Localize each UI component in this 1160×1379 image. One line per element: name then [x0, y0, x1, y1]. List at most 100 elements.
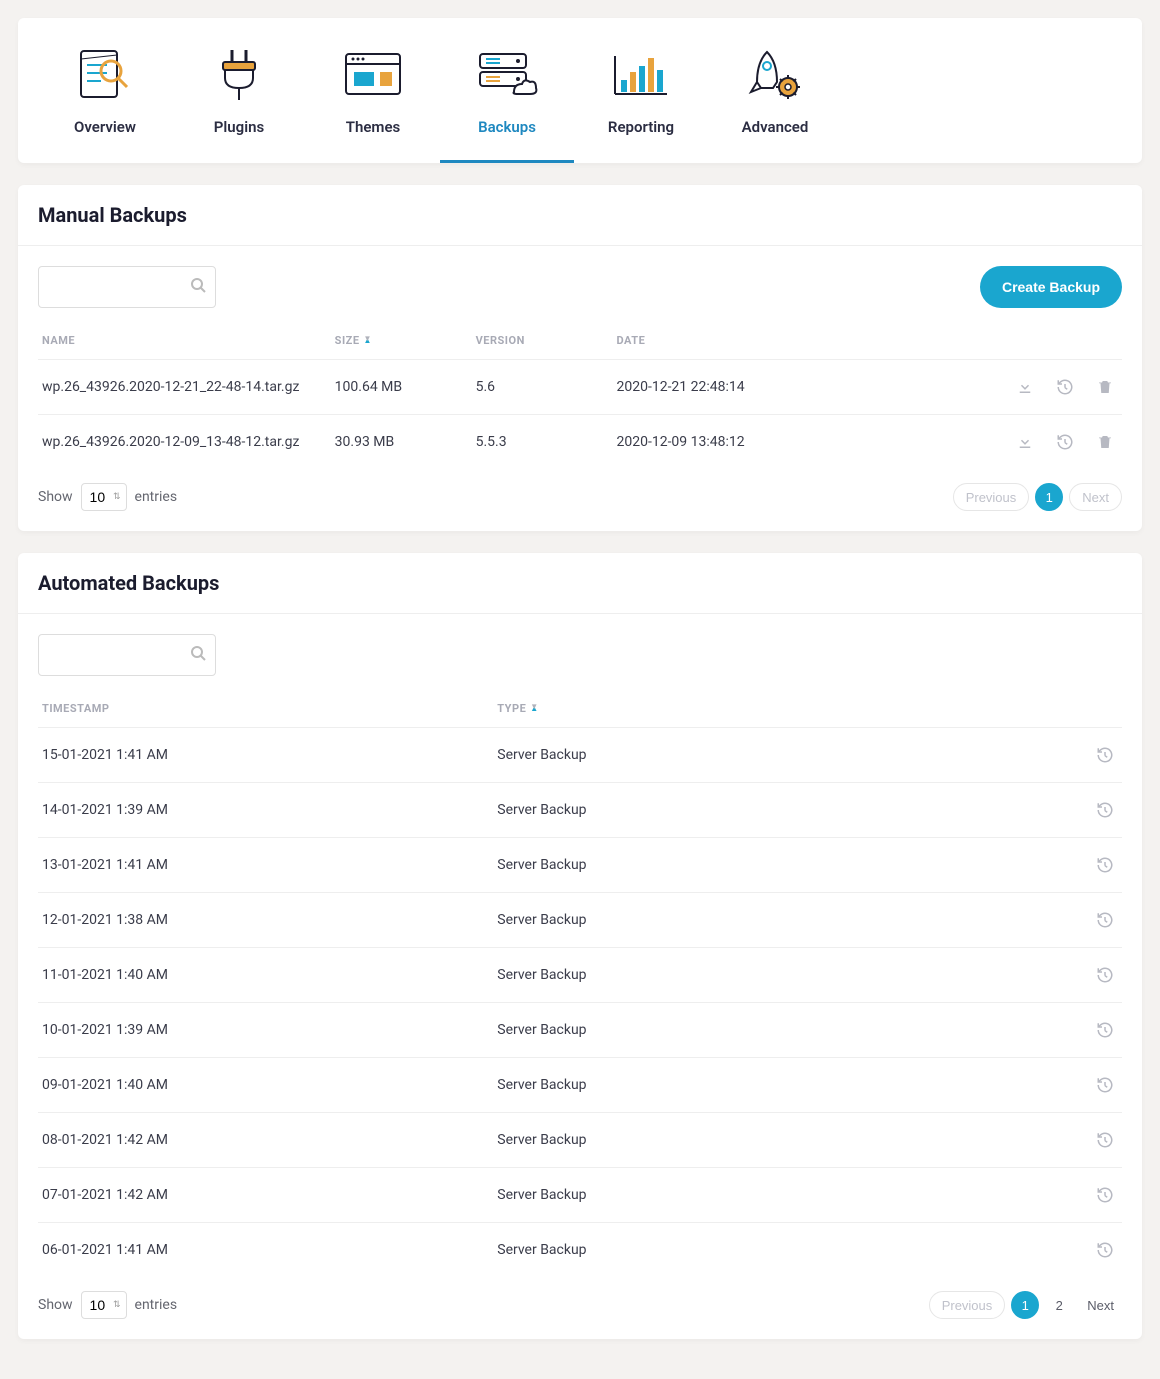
cell-type: Server Backup: [493, 948, 959, 1003]
cell-type: Server Backup: [493, 1223, 959, 1278]
prev-button[interactable]: Previous: [953, 483, 1030, 511]
col-version[interactable]: VERSION: [472, 322, 613, 360]
cell-timestamp: 12-01-2021 1:38 AM: [38, 893, 493, 948]
tab-plugins[interactable]: Plugins: [172, 46, 306, 163]
col-name[interactable]: NAME: [38, 322, 331, 360]
bar-chart-icon: [574, 46, 708, 104]
tab-label: Themes: [306, 118, 440, 136]
page-1[interactable]: 1: [1035, 483, 1063, 511]
page-2[interactable]: 2: [1045, 1291, 1073, 1319]
table-row: 12-01-2021 1:38 AMServer Backup: [38, 893, 1122, 948]
cell-version: 5.5.3: [472, 415, 613, 470]
download-icon[interactable]: [1012, 374, 1038, 400]
table-row: 06-01-2021 1:41 AMServer Backup: [38, 1223, 1122, 1278]
next-button[interactable]: Next: [1079, 1291, 1122, 1319]
col-timestamp[interactable]: TIMESTAMP: [38, 690, 493, 728]
table-row: 14-01-2021 1:39 AMServer Backup: [38, 783, 1122, 838]
trash-icon[interactable]: [1092, 374, 1118, 400]
cell-name: wp.26_43926.2020-12-09_13-48-12.tar.gz: [38, 415, 331, 470]
server-cloud-icon: [440, 46, 574, 104]
table-row: wp.26_43926.2020-12-09_13-48-12.tar.gz30…: [38, 415, 1122, 470]
tab-label: Reporting: [574, 118, 708, 136]
restore-icon[interactable]: [1052, 374, 1078, 400]
overview-icon: [38, 46, 172, 104]
automated-backups-table: TIMESTAMP TYPE▲▼ 15-01-2021 1:41 AMServe…: [38, 690, 1122, 1277]
cell-timestamp: 10-01-2021 1:39 AM: [38, 1003, 493, 1058]
download-icon[interactable]: [1012, 429, 1038, 455]
restore-icon[interactable]: [1092, 797, 1118, 823]
section-header: Manual Backups: [18, 185, 1142, 246]
cell-type: Server Backup: [493, 893, 959, 948]
cell-timestamp: 13-01-2021 1:41 AM: [38, 838, 493, 893]
cell-type: Server Backup: [493, 1113, 959, 1168]
table-row: 07-01-2021 1:42 AMServer Backup: [38, 1168, 1122, 1223]
cell-timestamp: 08-01-2021 1:42 AM: [38, 1113, 493, 1168]
tab-themes[interactable]: Themes: [306, 46, 440, 163]
create-backup-button[interactable]: Create Backup: [980, 266, 1122, 308]
search-icon: [190, 645, 206, 665]
cell-type: Server Backup: [493, 838, 959, 893]
table-row: 11-01-2021 1:40 AMServer Backup: [38, 948, 1122, 1003]
automated-pagination: Previous 1 2 Next: [929, 1291, 1122, 1319]
restore-icon[interactable]: [1092, 742, 1118, 768]
next-button[interactable]: Next: [1069, 483, 1122, 511]
table-row: 10-01-2021 1:39 AMServer Backup: [38, 1003, 1122, 1058]
tab-backups[interactable]: Backups: [440, 46, 574, 163]
cell-timestamp: 06-01-2021 1:41 AM: [38, 1223, 493, 1278]
search-icon: [190, 277, 206, 297]
restore-icon[interactable]: [1092, 907, 1118, 933]
entries-select[interactable]: 10: [81, 1291, 127, 1319]
tab-label: Backups: [440, 118, 574, 136]
tab-advanced[interactable]: Advanced: [708, 46, 842, 163]
cell-type: Server Backup: [493, 1058, 959, 1113]
tab-label: Advanced: [708, 118, 842, 136]
section-title: Automated Backups: [38, 571, 1122, 595]
cell-date: 2020-12-21 22:48:14: [612, 360, 905, 415]
cell-version: 5.6: [472, 360, 613, 415]
restore-icon[interactable]: [1092, 962, 1118, 988]
col-type[interactable]: TYPE▲▼: [493, 690, 959, 728]
cell-type: Server Backup: [493, 783, 959, 838]
top-nav: Overview Plugins Themes Backups Reportin: [18, 18, 1142, 163]
cell-timestamp: 14-01-2021 1:39 AM: [38, 783, 493, 838]
manual-backups-table: NAME SIZE▲▼ VERSION DATE wp.26_43926.202…: [38, 322, 1122, 469]
restore-icon[interactable]: [1092, 1237, 1118, 1263]
section-title: Manual Backups: [38, 203, 1122, 227]
restore-icon[interactable]: [1092, 852, 1118, 878]
top-nav-card: Overview Plugins Themes Backups Reportin: [18, 18, 1142, 163]
search-wrap: [38, 266, 216, 308]
table-row: 08-01-2021 1:42 AMServer Backup: [38, 1113, 1122, 1168]
plug-icon: [172, 46, 306, 104]
restore-icon[interactable]: [1092, 1127, 1118, 1153]
restore-icon[interactable]: [1052, 429, 1078, 455]
tab-reporting[interactable]: Reporting: [574, 46, 708, 163]
page-1[interactable]: 1: [1011, 1291, 1039, 1319]
trash-icon[interactable]: [1092, 429, 1118, 455]
col-date[interactable]: DATE: [612, 322, 905, 360]
restore-icon[interactable]: [1092, 1182, 1118, 1208]
entries-select[interactable]: 10: [81, 483, 127, 511]
cell-type: Server Backup: [493, 728, 959, 783]
restore-icon[interactable]: [1092, 1072, 1118, 1098]
cell-timestamp: 07-01-2021 1:42 AM: [38, 1168, 493, 1223]
table-row: 09-01-2021 1:40 AMServer Backup: [38, 1058, 1122, 1113]
section-header: Automated Backups: [18, 553, 1142, 614]
table-row: 15-01-2021 1:41 AMServer Backup: [38, 728, 1122, 783]
manual-pagination: Previous 1 Next: [953, 483, 1122, 511]
restore-icon[interactable]: [1092, 1017, 1118, 1043]
table-row: 13-01-2021 1:41 AMServer Backup: [38, 838, 1122, 893]
tab-label: Plugins: [172, 118, 306, 136]
col-size[interactable]: SIZE▲▼: [331, 322, 472, 360]
cell-timestamp: 15-01-2021 1:41 AM: [38, 728, 493, 783]
manual-backups-card: Manual Backups Create Backup NAME SIZE▲▼…: [18, 185, 1142, 531]
prev-button[interactable]: Previous: [929, 1291, 1006, 1319]
cell-timestamp: 11-01-2021 1:40 AM: [38, 948, 493, 1003]
window-icon: [306, 46, 440, 104]
cell-date: 2020-12-09 13:48:12: [612, 415, 905, 470]
search-wrap: [38, 634, 216, 676]
rocket-gear-icon: [708, 46, 842, 104]
cell-timestamp: 09-01-2021 1:40 AM: [38, 1058, 493, 1113]
cell-size: 30.93 MB: [331, 415, 472, 470]
tab-overview[interactable]: Overview: [38, 46, 172, 163]
cell-type: Server Backup: [493, 1003, 959, 1058]
